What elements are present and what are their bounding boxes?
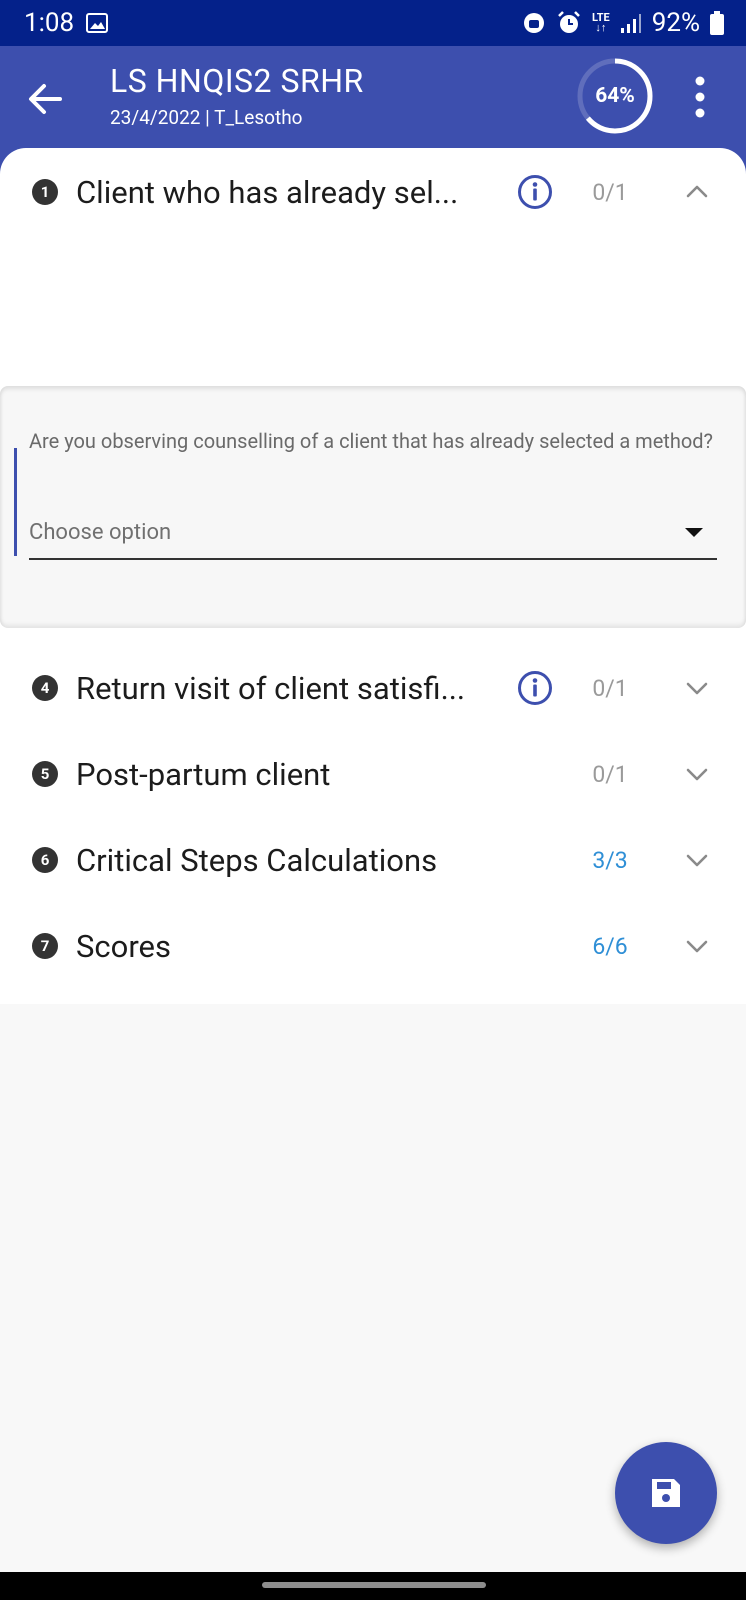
- network-indicator: LTE ↓↑: [591, 11, 610, 34]
- sections-list: 1Client who has already sel...0/12Client…: [0, 148, 746, 1004]
- chevron-down-icon[interactable]: [684, 933, 710, 959]
- progress-indicator: 64%: [575, 56, 655, 136]
- section-title: Return visit of client satisfi...: [76, 669, 466, 707]
- section-title: Post-partum client: [76, 755, 331, 793]
- image-icon: [86, 13, 109, 33]
- signal-icon: [620, 14, 641, 33]
- status-time: 1:08: [24, 8, 75, 38]
- section-header[interactable]: 5 Post-partum client 0/1: [0, 730, 746, 818]
- section-number-badge: 5: [32, 761, 58, 787]
- section-header[interactable]: 4 Return visit of client satisfi... 0/1: [0, 644, 746, 732]
- section-header[interactable]: 7 Scores 6/6: [0, 902, 746, 990]
- chevron-down-icon[interactable]: [684, 847, 710, 873]
- answer-dropdown[interactable]: Choose option: [29, 514, 717, 560]
- system-navigation-bar: [0, 1572, 746, 1600]
- dropdown-placeholder: Choose option: [29, 520, 172, 545]
- section-number-badge: 7: [32, 933, 58, 959]
- chevron-down-icon[interactable]: [684, 761, 710, 787]
- section-header[interactable]: 1 Client who has already sel... 0/1: [0, 148, 746, 236]
- save-icon: [652, 1479, 680, 1507]
- chevron-up-icon[interactable]: [684, 179, 710, 205]
- battery-text: 92%: [651, 8, 700, 38]
- section-header[interactable]: 6 Critical Steps Calculations 3/3: [0, 816, 746, 904]
- status-bar: 1:08 LTE ↓↑ 92%: [0, 0, 746, 46]
- section-title: Critical Steps Calculations: [76, 841, 438, 879]
- save-button[interactable]: [615, 1442, 717, 1544]
- more-vertical-icon[interactable]: [688, 74, 712, 120]
- section-title: Client who has already sel...: [76, 173, 459, 211]
- home-gesture-handle[interactable]: [262, 1582, 486, 1588]
- question-indicator-bar: [14, 448, 17, 556]
- expanded-section-panel: Are you observing counselling of a clien…: [0, 386, 746, 628]
- section-score: 3/3: [592, 846, 628, 874]
- arrow-left-icon[interactable]: [24, 78, 66, 120]
- chevron-down-icon[interactable]: [684, 675, 710, 701]
- alarm-icon: [558, 11, 580, 33]
- info-icon[interactable]: [517, 174, 553, 210]
- section-number-badge: 6: [32, 847, 58, 873]
- battery-icon: [710, 11, 724, 35]
- page-subtitle: 23/4/2022 | T_Lesotho: [110, 106, 303, 129]
- section-number-badge: 1: [32, 179, 58, 205]
- section-score: 0/1: [592, 178, 628, 206]
- progress-label: 64%: [595, 84, 635, 108]
- info-icon[interactable]: [517, 670, 553, 706]
- section-score: 0/1: [592, 674, 628, 702]
- android-icon: [523, 13, 544, 33]
- page-title: LS HNQIS2 SRHR: [110, 62, 364, 100]
- dropdown-arrow-icon: [685, 528, 703, 537]
- question-text: Are you observing counselling of a clien…: [29, 429, 714, 453]
- section-number-badge: 4: [32, 675, 58, 701]
- section-title: Scores: [76, 927, 171, 965]
- section-score: 0/1: [592, 760, 628, 788]
- section-score: 6/6: [592, 932, 628, 960]
